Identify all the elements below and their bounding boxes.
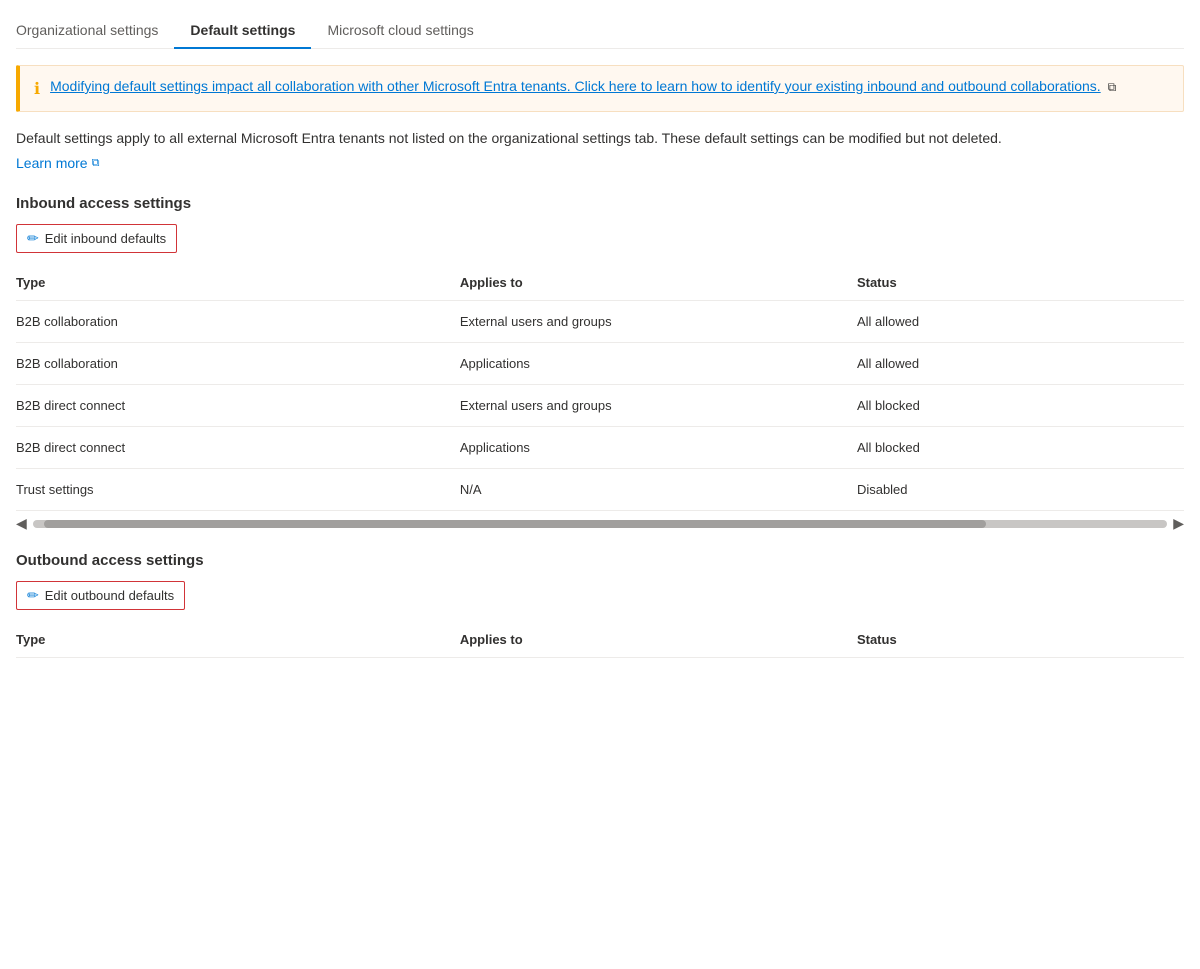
cell-applies-to-0: External users and groups [460,301,857,343]
edit-outbound-button[interactable]: ✏ Edit outbound defaults [16,581,185,610]
scroll-left-arrow[interactable]: ◀ [16,515,27,532]
external-link-icon: ⧉ [1108,80,1117,94]
learn-more-link[interactable]: Learn more ⧉ [16,155,99,171]
tabs-nav: Organizational settings Default settings… [16,0,1184,49]
table-row: B2B direct connect External users and gr… [16,385,1184,427]
cell-status-2: All blocked [857,385,1184,427]
scroll-right-arrow[interactable]: ▶ [1173,515,1184,532]
alert-text: Modifying default settings impact all co… [50,78,1116,95]
cell-status-3: All blocked [857,427,1184,469]
cell-applies-to-2: External users and groups [460,385,857,427]
cell-applies-to-1: Applications [460,343,857,385]
scrollbar-track[interactable] [33,520,1167,528]
outbound-access-section: Outbound access settings ✏ Edit outbound… [16,552,1184,658]
tab-organizational-settings[interactable]: Organizational settings [16,12,174,48]
col-header-status: Status [857,265,1184,301]
scrollbar-thumb [44,520,986,528]
warning-icon: ℹ [34,79,40,99]
outbound-col-header-status: Status [857,622,1184,658]
horizontal-scrollbar[interactable]: ◀ ▶ [16,515,1184,532]
tab-cloud-settings[interactable]: Microsoft cloud settings [311,12,489,48]
cell-status-1: All allowed [857,343,1184,385]
outbound-table-header-row: Type Applies to Status [16,622,1184,658]
alert-link[interactable]: Modifying default settings impact all co… [50,78,1101,94]
alert-banner: ℹ Modifying default settings impact all … [16,65,1184,112]
inbound-access-section: Inbound access settings ✏ Edit inbound d… [16,195,1184,532]
cell-status-0: All allowed [857,301,1184,343]
col-header-type: Type [16,265,460,301]
cell-type-0: B2B collaboration [16,301,460,343]
table-header-row: Type Applies to Status [16,265,1184,301]
pencil-outbound-icon: ✏ [27,587,39,604]
cell-status-4: Disabled [857,469,1184,511]
learn-more-ext-icon: ⧉ [92,157,100,170]
outbound-heading: Outbound access settings [16,552,1184,569]
tab-default-settings[interactable]: Default settings [174,12,311,48]
cell-type-2: B2B direct connect [16,385,460,427]
edit-outbound-label: Edit outbound defaults [45,588,174,603]
outbound-col-header-applies-to: Applies to [460,622,857,658]
learn-more-text: Learn more [16,155,88,171]
outbound-table: Type Applies to Status [16,622,1184,658]
table-row: B2B direct connect Applications All bloc… [16,427,1184,469]
edit-inbound-button[interactable]: ✏ Edit inbound defaults [16,224,177,253]
pencil-icon: ✏ [27,230,39,247]
cell-type-4: Trust settings [16,469,460,511]
table-row: B2B collaboration Applications All allow… [16,343,1184,385]
page-description: Default settings apply to all external M… [16,128,1184,149]
col-header-applies-to: Applies to [460,265,857,301]
cell-applies-to-4: N/A [460,469,857,511]
table-row: B2B collaboration External users and gro… [16,301,1184,343]
edit-inbound-label: Edit inbound defaults [45,231,166,246]
inbound-table: Type Applies to Status B2B collaboration… [16,265,1184,511]
cell-type-1: B2B collaboration [16,343,460,385]
cell-type-3: B2B direct connect [16,427,460,469]
cell-applies-to-3: Applications [460,427,857,469]
outbound-col-header-type: Type [16,622,460,658]
table-row: Trust settings N/A Disabled [16,469,1184,511]
inbound-heading: Inbound access settings [16,195,1184,212]
